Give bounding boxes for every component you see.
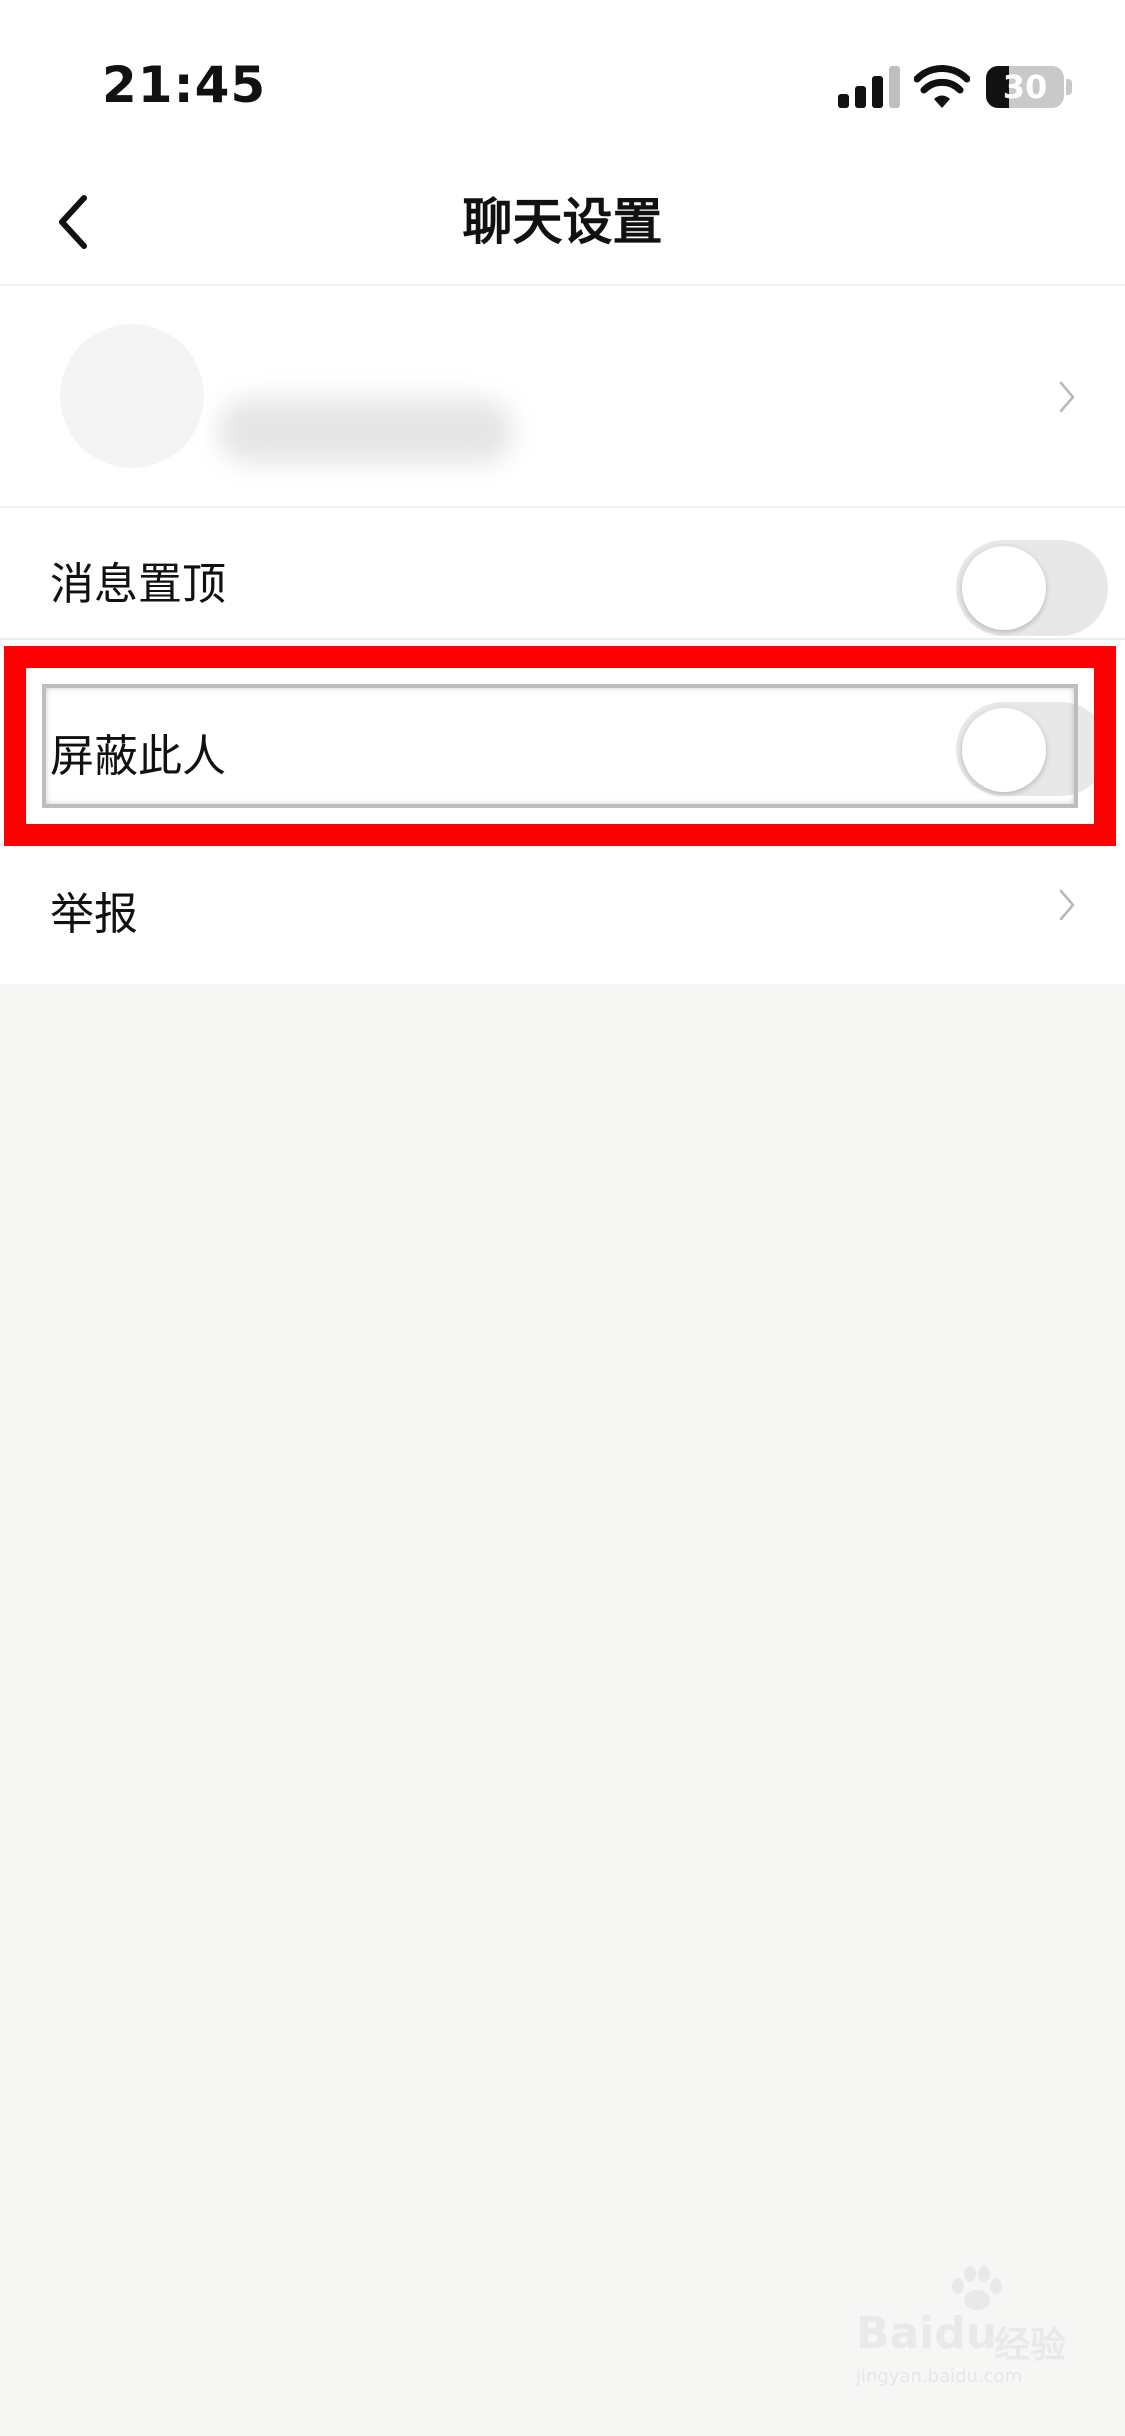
watermark-brand-1: Bai (856, 2308, 935, 2359)
watermark-brand-2: du (934, 2308, 998, 2359)
watermark-cn: 经验 (994, 2325, 1067, 2366)
blurred-username (218, 398, 513, 464)
baidu-watermark: Baidu 经验 jingyan.baidu.com (856, 2266, 1067, 2387)
profile-row[interactable] (0, 286, 1125, 508)
signal-icon (838, 66, 900, 108)
toggle-knob (962, 546, 1046, 630)
setting-report[interactable]: 举报 (0, 852, 1125, 984)
setting-pin-top: 消息置顶 (0, 508, 1125, 640)
chevron-left-icon (59, 195, 87, 249)
avatar (60, 324, 204, 468)
chevron-right-icon (1059, 381, 1075, 413)
setting-label: 消息置顶 (50, 559, 226, 610)
watermark-brand: Baidu (856, 2308, 997, 2359)
battery-percent: 30 (1002, 68, 1048, 106)
status-time: 21:45 (102, 56, 267, 114)
highlight-inner-frame (42, 684, 1078, 808)
wifi-icon (914, 65, 970, 108)
battery-icon: 30 (986, 66, 1064, 108)
page-title: 聊天设置 (462, 193, 663, 251)
setting-label: 举报 (50, 889, 138, 940)
battery-cap (1066, 79, 1072, 95)
watermark-url: jingyan.baidu.com (856, 2366, 1023, 2387)
status-bar: 21:45 30 (0, 0, 1125, 160)
pin-top-toggle[interactable] (956, 540, 1108, 636)
chevron-right-icon (1059, 889, 1075, 921)
navigation-bar: 聊天设置 (0, 160, 1125, 286)
back-button[interactable] (44, 186, 108, 258)
paw-icon (952, 2266, 1002, 2310)
highlight-annotation (4, 646, 1116, 846)
